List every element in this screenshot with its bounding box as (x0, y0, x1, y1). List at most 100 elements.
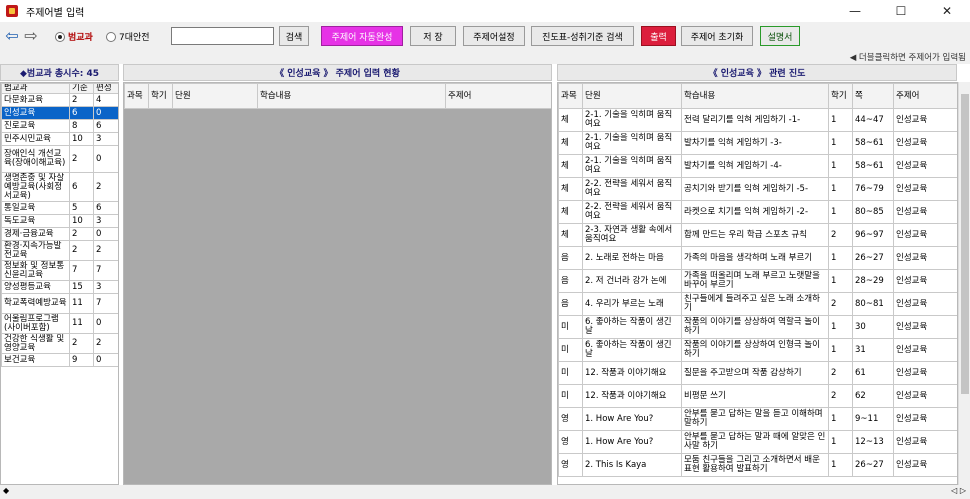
print-button[interactable]: 출력 (641, 26, 676, 46)
table-row[interactable]: 체 2-2. 전략을 세워서 움직여요 공치기와 받기를 익혀 게임하기 -5- 1 7… (558, 177, 957, 201)
table-cell: 음 (558, 246, 583, 270)
table-row[interactable]: 건강한 식생활 및 영양교육 2 2 (1, 333, 118, 354)
table-row-selected[interactable]: 인성교육 6 0 (1, 106, 118, 120)
table-cell: 인성교육 (893, 361, 957, 385)
table-cell: 3 (93, 214, 118, 228)
manual-button[interactable]: 설명서 (760, 26, 800, 46)
column-header[interactable]: 범교과 (1, 83, 70, 94)
column-header[interactable]: 기준 (69, 83, 94, 94)
table-row[interactable]: 독도교육 10 3 (1, 214, 118, 228)
table-row[interactable]: 진로교육 8 6 (1, 119, 118, 133)
table-cell: 영 (558, 453, 583, 477)
table-cell: 보건교육 (1, 353, 70, 367)
table-cell: 음 (558, 292, 583, 316)
table-row[interactable]: 영 1. How Are You? 안부를 묻고 답하는 말과 때에 알맞은 인사말… (558, 430, 957, 454)
table-row[interactable]: 양성평등교육 15 3 (1, 280, 118, 294)
table-row[interactable]: 음 4. 우리가 부르는 노래 친구들에게 들려주고 싶은 노래 소개하기 2 80~8… (558, 292, 957, 316)
vertical-scrollbar[interactable] (958, 82, 970, 485)
table-row[interactable]: 미 6. 좋아하는 작품이 생긴 날 작품의 이야기를 상상하여 인형극 놀이하기 1… (558, 338, 957, 362)
table-row[interactable]: 체 2-3. 자연과 생활 속에서 움직여요 함께 만드는 우리 학급 스포츠 규칙… (558, 223, 957, 247)
table-row[interactable]: 음 2. 저 건너라 강가 논에 가족을 떠올리며 노래 부르고 노랫말을 바꾸어 … (558, 269, 957, 293)
progress-standard-search-button[interactable]: 진도표-성취기준 검색 (531, 26, 634, 46)
column-header[interactable]: 주제어 (893, 83, 957, 109)
keyword-input-grid[interactable]: 과목 학기 단원 학습내용 주제어 (123, 82, 552, 485)
radio-seven-safety[interactable]: 7대안전 (106, 30, 150, 43)
table-row[interactable]: 미 12. 작품과 이야기해요 질문을 주고받으며 작품 감상하기 2 61 인성교육 (558, 361, 957, 385)
table-cell: 2 (828, 384, 853, 408)
save-button[interactable]: 저 장 (410, 26, 456, 46)
search-button[interactable]: 검색 (279, 26, 309, 46)
table-row[interactable]: 음 2. 노래로 전하는 마음 가족의 마음을 생각하며 노래 부르기 1 26~27 인… (558, 246, 957, 270)
table-cell: 진로교육 (1, 119, 70, 133)
table-cell: 영 (558, 407, 583, 431)
table-row[interactable]: 보건교육 9 0 (1, 353, 118, 367)
table-cell: 인성교육 (893, 384, 957, 408)
column-header[interactable]: 편성 (93, 83, 118, 94)
forward-arrow-icon[interactable]: ⇨ (22, 27, 40, 45)
table-row[interactable]: 미 12. 작품과 이야기해요 비평문 쓰기 2 62 인성교육 (558, 384, 957, 408)
table-cell: 61 (852, 361, 894, 385)
close-button[interactable]: ✕ (924, 0, 970, 22)
table-cell: 질문을 주고받으며 작품 감상하기 (681, 361, 829, 385)
table-cell: 76~79 (852, 177, 894, 201)
table-cell: 2 (93, 333, 118, 354)
column-header[interactable]: 단원 (582, 83, 682, 109)
table-cell: 체 (558, 223, 583, 247)
table-row[interactable]: 환경·지속가능발전교육 2 2 (1, 240, 118, 261)
table-cell: 80~81 (852, 292, 894, 316)
column-header[interactable]: 과목 (124, 83, 149, 109)
column-header[interactable]: 단원 (172, 83, 258, 109)
status-left-icon: ◆ (3, 486, 10, 495)
radio-cross-curricular[interactable]: 범교과 (55, 30, 93, 43)
table-cell: 44~47 (852, 108, 894, 132)
table-row[interactable]: 통일교육 5 6 (1, 201, 118, 215)
table-row[interactable]: 체 2-1. 기술을 익히며 움직여요 발차기를 익혀 게임하기 -3- 1 58~61… (558, 131, 957, 155)
table-row[interactable]: 영 1. How Are You? 안부를 묻고 답하는 말을 듣고 이해하며 말하… (558, 407, 957, 431)
column-header[interactable]: 학기 (148, 83, 173, 109)
table-cell: 미 (558, 338, 583, 362)
column-header[interactable]: 쪽 (852, 83, 894, 109)
table-row[interactable]: 미 6. 좋아하는 작품이 생긴 날 작품의 이야기를 상상하여 역할극 놀이하기 1… (558, 315, 957, 339)
table-cell: 2-3. 자연과 생활 속에서 움직여요 (582, 223, 682, 247)
table-cell: 12. 작품과 이야기해요 (582, 384, 682, 408)
table-row[interactable]: 학교폭력예방교육 11 7 (1, 293, 118, 314)
scrollbar-thumb[interactable] (961, 94, 969, 394)
table-row[interactable]: 다문화교육 2 4 (1, 93, 118, 107)
table-cell: 학교폭력예방교육 (1, 293, 70, 314)
table-row[interactable]: 정보화 및 정보통신윤리교육 7 7 (1, 260, 118, 281)
table-cell: 다문화교육 (1, 93, 70, 107)
table-cell: 1 (828, 407, 853, 431)
table-row[interactable]: 경제·금융교육 2 0 (1, 227, 118, 241)
search-input[interactable] (171, 27, 274, 45)
table-row[interactable]: 체 2-1. 기술을 익히며 움직여요 전력 달리기를 익혀 게임하기 -1- 1 44… (558, 108, 957, 132)
table-cell: 인성교육 (893, 315, 957, 339)
table-cell: 전력 달리기를 익혀 게임하기 -1- (681, 108, 829, 132)
table-row[interactable]: 민주시민교육 10 3 (1, 132, 118, 146)
table-cell: 1 (828, 246, 853, 270)
maximize-button[interactable]: ☐ (878, 0, 924, 22)
table-cell: 2 (69, 145, 94, 173)
table-row[interactable]: 체 2-2. 전략을 세워서 움직여요 라켓으로 치기를 익혀 게임하기 -2- 1 8… (558, 200, 957, 224)
table-cell: 인성교육 (893, 430, 957, 454)
column-header[interactable]: 학습내용 (681, 83, 829, 109)
table-row[interactable]: 어울림프로그램(사이버포함) 11 0 (1, 313, 118, 334)
autocomplete-keyword-button[interactable]: 주제어 자동완성 (321, 26, 403, 46)
double-click-hint: ◀ 더블클릭하면 주제어가 입력됨 (849, 53, 966, 63)
column-header[interactable]: 학습내용 (257, 83, 446, 109)
column-header[interactable]: 과목 (558, 83, 583, 109)
table-row[interactable]: 생명존중 및 자살예방교육(사회정서교육) 6 2 (1, 172, 118, 202)
status-right-icon: ◁ ▷ (951, 486, 966, 495)
column-header[interactable]: 주제어 (445, 83, 551, 109)
table-cell: 3 (93, 280, 118, 294)
reset-keyword-button[interactable]: 주제어 초기화 (681, 26, 753, 46)
back-arrow-icon[interactable]: ⇦ (3, 27, 21, 45)
table-row[interactable]: 체 2-1. 기술을 익히며 움직여요 발차기를 익혀 게임하기 -4- 1 58~61… (558, 154, 957, 178)
table-row[interactable]: 영 2. This Is Kaya 모둠 친구들을 그리고 소개하면서 배운 표현 … (558, 453, 957, 477)
minimize-button[interactable]: — (832, 0, 878, 22)
table-cell: 1. How Are You? (582, 407, 682, 431)
table-cell: 2 (828, 223, 853, 247)
table-cell: 양성평등교육 (1, 280, 70, 294)
keyword-settings-button[interactable]: 주제어설정 (463, 26, 525, 46)
table-row[interactable]: 장애인식 개선교육(장애이해교육) 2 0 (1, 145, 118, 173)
column-header[interactable]: 학기 (828, 83, 853, 109)
